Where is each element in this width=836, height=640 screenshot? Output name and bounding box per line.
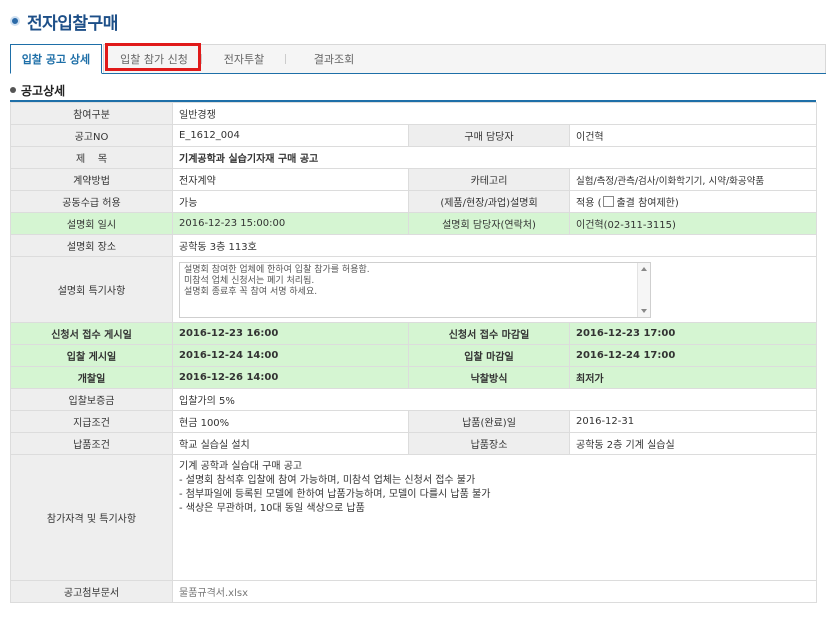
textarea-scrollbar[interactable]	[637, 262, 650, 317]
value-bid-bond: 입찰가의 5%	[171, 388, 818, 411]
label-payment: 지급조건	[10, 410, 173, 433]
scroll-up-icon[interactable]	[641, 266, 647, 271]
highlight-annotation-box	[105, 43, 201, 71]
label-category: 참여구분	[10, 102, 173, 125]
label-manager: 구매 담당자	[408, 124, 570, 147]
label-category-type: 카테고리	[408, 168, 570, 191]
label-qualification: 참가자격 및 특기사항	[10, 454, 173, 581]
value-app-start: 2016-12-23 16:00	[172, 322, 409, 345]
value-bid-start: 2016-12-24 14:00	[172, 344, 409, 367]
label-bid-bond: 입찰보증금	[10, 388, 173, 411]
tab-results[interactable]: 결과조회	[286, 44, 382, 73]
label-briefing-place: 설명회 장소	[10, 234, 173, 257]
value-briefing-datetime: 2016-12-23 15:00:00	[172, 212, 409, 235]
value-delivery-cond: 학교 실습실 설치	[172, 432, 409, 455]
value-app-end: 2016-12-23 17:00	[568, 322, 818, 345]
page-title-area: 전자입찰구매	[10, 10, 118, 34]
tab-e-bidding[interactable]: 전자투찰	[202, 44, 286, 73]
label-app-start: 신청서 접수 게시일	[10, 322, 173, 345]
title-bullet-icon	[10, 16, 20, 26]
value-briefing-place: 공학동 3층 113호	[171, 234, 818, 257]
value-briefing-contact: 이건혁(02-311-3115)	[568, 212, 818, 235]
section-bullet-icon	[10, 87, 16, 93]
value-award-method: 최저가	[568, 366, 818, 389]
label-opening: 개찰일	[10, 366, 173, 389]
label-briefing-notes: 설명회 특기사항	[10, 256, 173, 323]
label-delivery-place: 납품장소	[408, 432, 570, 455]
label-joint-supply: 공동수급 허용	[10, 190, 173, 213]
label-bid-end: 입찰 마감일	[408, 344, 570, 367]
value-briefing: 적용 (출결 참여제한)	[568, 190, 818, 213]
label-notice-no: 공고NO	[10, 124, 173, 147]
value-joint-supply: 가능	[172, 190, 409, 213]
scroll-down-icon[interactable]	[641, 308, 647, 313]
value-qualification: 기계 공학과 실습대 구매 공고 - 설명회 참석후 입찰에 참여 가능하며, …	[179, 461, 491, 514]
value-delivery-date: 2016-12-31	[568, 410, 818, 433]
label-briefing: (제품/현장/과업)설명회	[408, 190, 570, 213]
label-contract-method: 계약방법	[10, 168, 173, 191]
value-delivery-place: 공학동 2층 기계 실습실	[568, 432, 818, 455]
briefing-notes-textarea[interactable]: 설명회 참여한 업체에 한하여 입찰 참가를 허용함. 미참석 업체 신청서는 …	[179, 261, 651, 318]
attendance-checkbox[interactable]	[603, 196, 615, 207]
page-title: 전자입찰구매	[27, 13, 118, 34]
section-header: 공고상세	[10, 82, 65, 98]
value-notice-no: E_1612_004	[172, 124, 409, 147]
label-award-method: 낙찰방식	[408, 366, 570, 389]
value-payment: 현금 100%	[172, 410, 409, 433]
value-category-type: 실험/측정/관측/검사/이화학기기, 시약/화공약품	[568, 168, 818, 191]
value-contract-method: 전자계약	[172, 168, 409, 191]
value-category: 일반경쟁	[171, 102, 818, 125]
label-app-end: 신청서 접수 마감일	[408, 322, 570, 345]
value-opening: 2016-12-26 14:00	[172, 366, 409, 389]
label-delivery-cond: 납품조건	[10, 432, 173, 455]
label-attachment: 공고첨부문서	[10, 580, 173, 603]
label-briefing-contact: 설명회 담당자(연락처)	[408, 212, 570, 235]
tab-notice-detail[interactable]: 입찰 공고 상세	[10, 44, 102, 74]
value-manager: 이건혁	[568, 124, 818, 147]
value-subject: 기계공학과 실습기자재 구매 공고	[171, 146, 818, 169]
label-briefing-datetime: 설명회 일시	[10, 212, 173, 235]
attachment-link[interactable]: 물품규격서.xlsx	[171, 580, 818, 603]
label-bid-start: 입찰 게시일	[10, 344, 173, 367]
label-delivery-date: 납품(완료)일	[408, 410, 570, 433]
value-bid-end: 2016-12-24 17:00	[568, 344, 818, 367]
section-title: 공고상세	[21, 83, 66, 98]
label-subject: 제 목	[10, 146, 173, 169]
